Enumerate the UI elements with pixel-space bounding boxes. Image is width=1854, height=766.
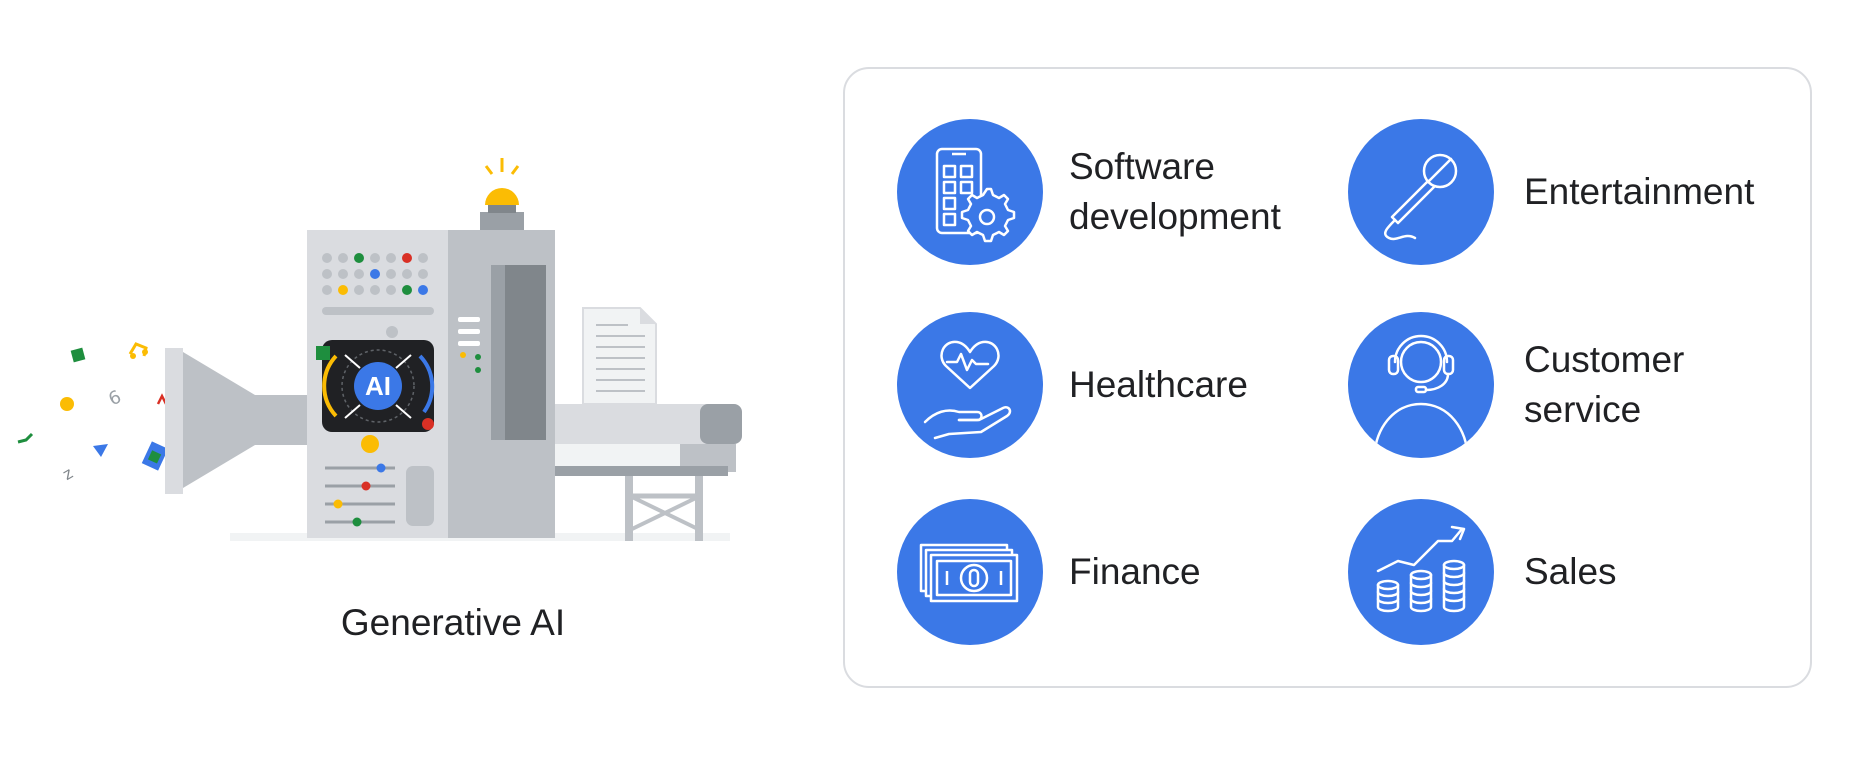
ai-screen: AI (316, 340, 435, 432)
svg-text:z: z (59, 463, 76, 484)
floating-media-icons: 6 z (17, 342, 169, 484)
use-case-panel: Software development Entertainment Healt… (843, 67, 1812, 688)
use-case-label: Finance (1069, 551, 1201, 592)
phone-gear-icon (897, 119, 1043, 265)
svg-text:6: 6 (105, 386, 124, 410)
use-case-label: Sales (1524, 551, 1617, 592)
use-case-label: Healthcare (1069, 364, 1248, 405)
headset-person-icon (1348, 312, 1494, 458)
use-case-label: Entertainment (1524, 171, 1755, 212)
microphone-icon (1348, 119, 1494, 265)
machine-body: AI (307, 230, 448, 538)
output-funnel (165, 348, 310, 494)
machine-tower (448, 158, 555, 538)
banknotes-icon (897, 499, 1043, 645)
generative-ai-machine-illustration: 6 z AI (17, 158, 742, 541)
document-icon (582, 307, 657, 405)
heart-hand-icon (897, 312, 1043, 458)
use-case-label: Customer service (1524, 339, 1685, 430)
use-case-label: Software development (1069, 146, 1281, 237)
coins-chart-icon (1348, 499, 1494, 645)
ai-screen-text: AI (365, 371, 391, 401)
generative-ai-caption: Generative AI (340, 602, 566, 643)
